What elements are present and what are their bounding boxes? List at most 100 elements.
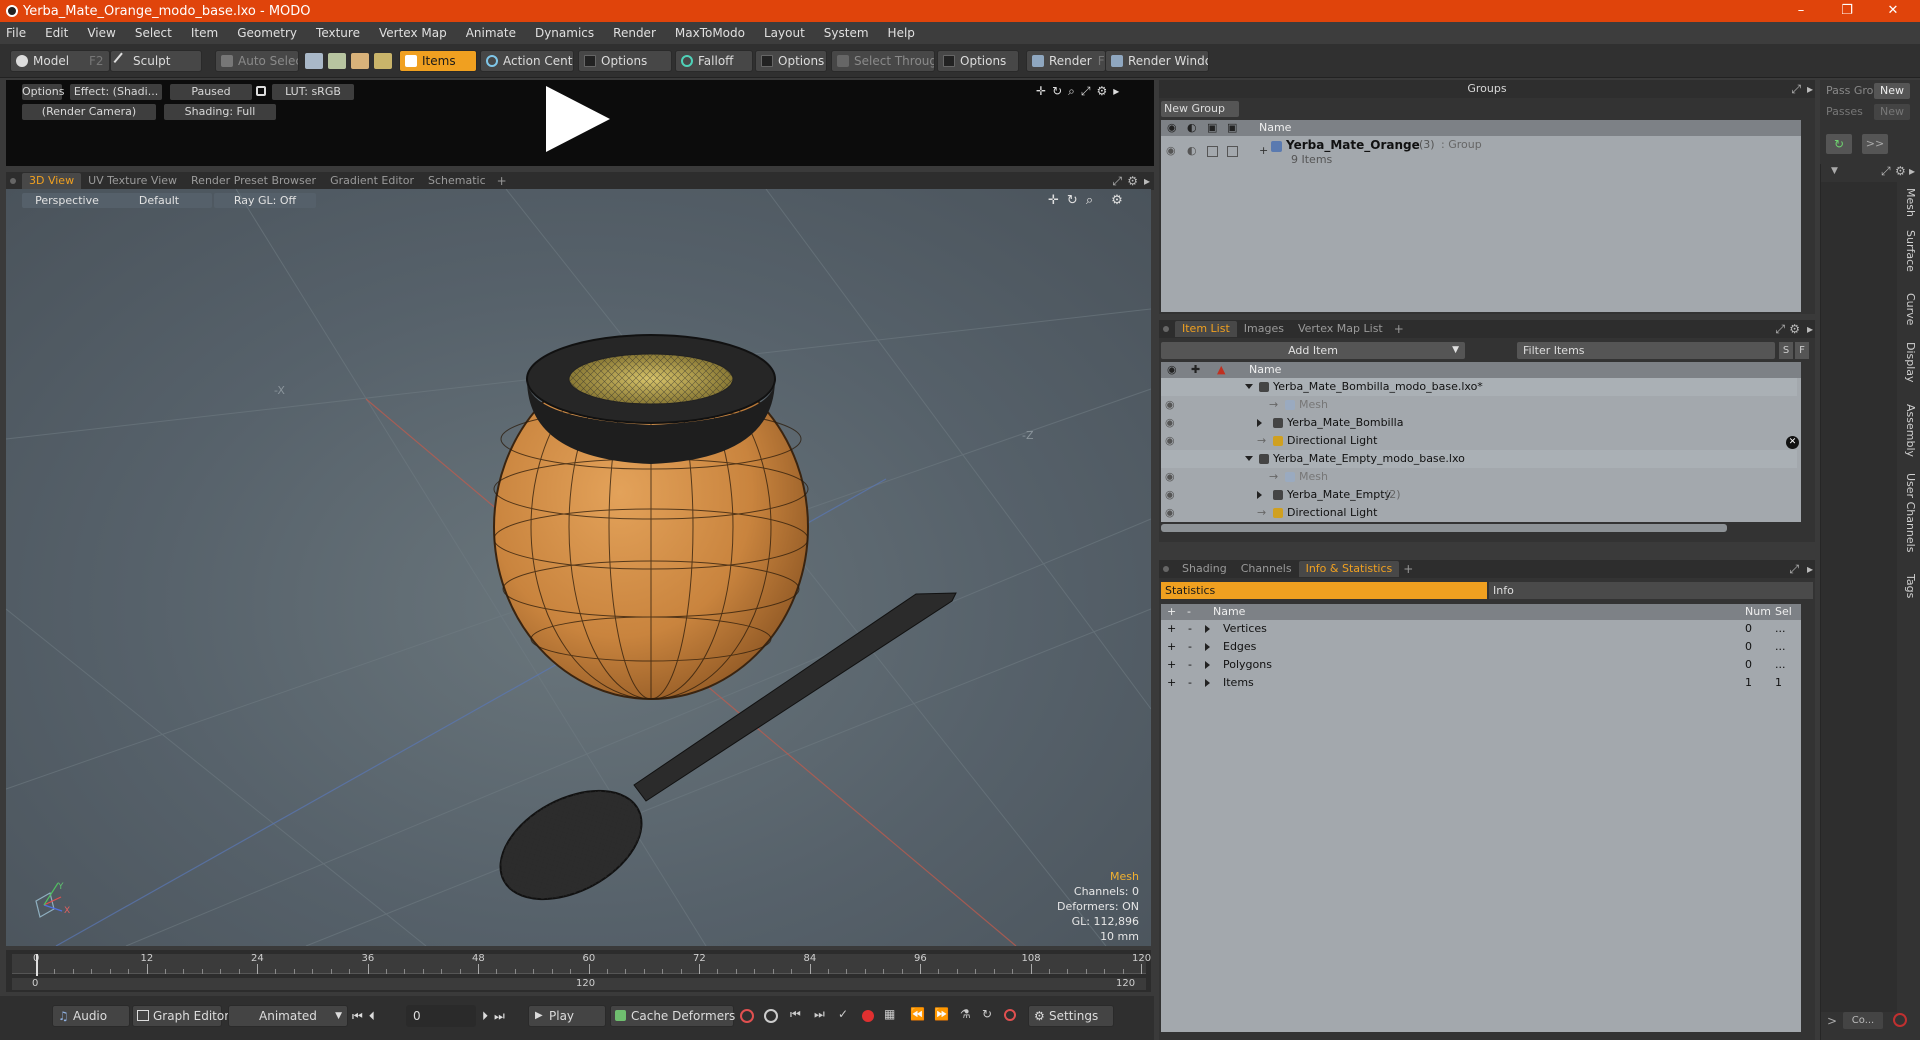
tab-3d-view[interactable]: 3D View [22, 173, 82, 189]
timeline-range-bar[interactable]: 0 120 120 [12, 978, 1146, 990]
add-icon[interactable]: + [1167, 656, 1176, 674]
arrow-right-icon[interactable]: ▸ [1807, 562, 1813, 576]
chevron-down-icon[interactable]: ▼ [1831, 166, 1838, 176]
expand-icon[interactable]: ⤢ [1791, 82, 1801, 97]
expand-right-icon[interactable] [1205, 679, 1210, 687]
item-row[interactable]: ◉ → Mesh [1161, 396, 1797, 414]
remove-icon[interactable]: ✕ [1786, 436, 1799, 449]
select-through-options-button[interactable]: Options [937, 50, 1019, 72]
menu-item[interactable]: Item [191, 26, 218, 40]
eye-icon[interactable]: ◉ [1165, 504, 1175, 522]
lock-icon[interactable] [256, 86, 266, 96]
menu-geometry[interactable]: Geometry [237, 26, 297, 40]
3d-viewport[interactable]: Perspective Default Ray GL: Off ✛↻⌕ ⚙ -X… [6, 189, 1151, 946]
tab-channels[interactable]: Channels [1234, 561, 1299, 577]
key-icon[interactable] [740, 1009, 754, 1023]
menu-vertex-map[interactable]: Vertex Map [379, 26, 447, 40]
item-row[interactable]: Yerba_Mate_Bombilla_modo_base.lxo* [1161, 378, 1797, 396]
next-key-icon[interactable]: ⏭ [814, 1007, 825, 1022]
add-icon[interactable]: + [1167, 620, 1176, 638]
maximize-button[interactable]: ❐ [1824, 0, 1870, 22]
menu-layout[interactable]: Layout [764, 26, 805, 40]
add-icon[interactable]: + [1167, 638, 1176, 656]
expand-right-icon[interactable] [1205, 643, 1210, 651]
expand-down-icon[interactable] [1245, 384, 1253, 389]
expand-icon[interactable]: ⤢ [1112, 174, 1122, 189]
tab-gradient-editor[interactable]: Gradient Editor [323, 173, 421, 189]
menu-edit[interactable]: Edit [45, 26, 68, 40]
preview-shading-dropdown[interactable]: Shading: Full [164, 104, 276, 120]
remove-icon[interactable]: - [1188, 620, 1192, 638]
tab-shading[interactable]: Shading [1175, 561, 1234, 577]
eye-icon[interactable]: ◉ [1165, 468, 1175, 486]
model-mode-button[interactable]: Model F2 [10, 50, 110, 72]
preview-effect-dropdown[interactable]: Effect: (Shadi... [70, 84, 162, 100]
menu-help[interactable]: Help [888, 26, 915, 40]
expand-icon[interactable]: ⤢ [1775, 322, 1785, 337]
tab-info-statistics[interactable]: Info & Statistics [1298, 561, 1400, 577]
item-row[interactable]: ◉ → Directional Light [1161, 504, 1797, 522]
minimize-button[interactable]: – [1778, 0, 1824, 22]
gear-icon[interactable]: ⚙ [1895, 164, 1906, 178]
menu-maxtomodo[interactable]: MaxToModo [675, 26, 745, 40]
render-button[interactable]: RenderF9 [1026, 50, 1106, 72]
remove-icon[interactable]: - [1188, 674, 1192, 692]
graph-editor-button[interactable]: Graph Editor [132, 1005, 229, 1027]
link-icon[interactable]: ⚗ [960, 1007, 971, 1021]
arrow-right-icon[interactable]: ▸ [1144, 174, 1150, 188]
stats-row[interactable]: + - Edges 0... [1161, 638, 1797, 656]
preview-camera-dropdown[interactable]: (Render Camera) [22, 104, 156, 120]
render-window-button[interactable]: Render Window [1105, 50, 1209, 72]
menu-file[interactable]: File [6, 26, 26, 40]
item-tree[interactable]: ◉ ✚ ▲ Name Yerba_Mate_Bombilla_modo_base… [1161, 362, 1801, 522]
vertices-select-icon[interactable] [305, 53, 323, 69]
first-frame-icon[interactable]: ⏮ [352, 1009, 369, 1023]
stats-row[interactable]: + - Vertices 0... [1161, 620, 1797, 638]
play-button[interactable]: ▶ Play [528, 1005, 606, 1027]
render-toggle-icon[interactable]: ◐ [1187, 144, 1197, 157]
item-row[interactable]: Yerba_Mate_Empty_modo_base.lxo [1161, 450, 1797, 468]
falloff-options-button[interactable]: Options [755, 50, 827, 72]
add-tab-icon[interactable]: + [497, 174, 507, 188]
eye-icon[interactable]: ◉ [1165, 486, 1175, 504]
item-row[interactable]: ◉ → Directional Light [1161, 432, 1797, 450]
expand-down-icon[interactable] [1245, 456, 1253, 461]
add-tab-icon[interactable]: + [1394, 322, 1404, 336]
new-group-button[interactable]: New Group [1161, 101, 1239, 117]
play-icon[interactable] [546, 86, 610, 152]
arrow-right-icon[interactable]: ▸ [1807, 322, 1813, 336]
next-frame-icon[interactable]: ⏵ [482, 1009, 494, 1023]
side-tab-display[interactable]: Display [1897, 342, 1917, 400]
item-row[interactable]: ◉ Yerba_Mate_Empty (2) [1161, 486, 1797, 504]
tab-item-list[interactable]: Item List [1175, 321, 1237, 337]
record-icon[interactable] [1893, 1013, 1907, 1027]
sculpt-mode-button[interactable]: Sculpt [110, 50, 202, 72]
statistics-tab[interactable]: Statistics [1161, 582, 1487, 599]
item-row[interactable]: ◉ → Mesh [1161, 468, 1797, 486]
expand-plus-icon[interactable]: + [1259, 144, 1268, 157]
filter-s-button[interactable]: S [1779, 342, 1793, 359]
timeline-playhead[interactable] [36, 954, 38, 976]
eye-icon[interactable]: ◉ [1166, 144, 1176, 157]
expand-icon[interactable]: ⤢ [1789, 562, 1799, 577]
gear-icon[interactable]: ⚙ [1127, 174, 1138, 188]
items-mode-button[interactable]: Items [399, 50, 477, 72]
pass-new-button-2[interactable]: New [1874, 104, 1910, 120]
tab-schematic[interactable]: Schematic [421, 173, 493, 189]
side-tab-mesh[interactable]: Mesh [1897, 188, 1917, 226]
eye-icon[interactable]: ◉ [1165, 396, 1175, 414]
menu-system[interactable]: System [824, 26, 869, 40]
pass-refresh-button[interactable]: ↻ [1826, 134, 1852, 154]
tab-vertex-map-list[interactable]: Vertex Map List [1291, 321, 1390, 337]
select-toggle-icon[interactable] [1227, 146, 1238, 157]
add-tab-icon[interactable]: + [1403, 562, 1413, 576]
rotate-icon[interactable]: ↻ [1052, 84, 1068, 98]
record-icon[interactable] [862, 1010, 874, 1022]
preview-options-button[interactable]: Options [22, 84, 64, 100]
edges-select-icon[interactable] [328, 53, 346, 69]
zoom-icon[interactable]: ⌕ [1068, 84, 1081, 98]
pass-more-button[interactable]: >> [1862, 134, 1888, 154]
prev-frame-icon[interactable]: ⏴ [369, 1009, 381, 1023]
info-subtab[interactable]: Info [1489, 582, 1813, 599]
move-icon[interactable]: ✛ [1036, 84, 1052, 98]
